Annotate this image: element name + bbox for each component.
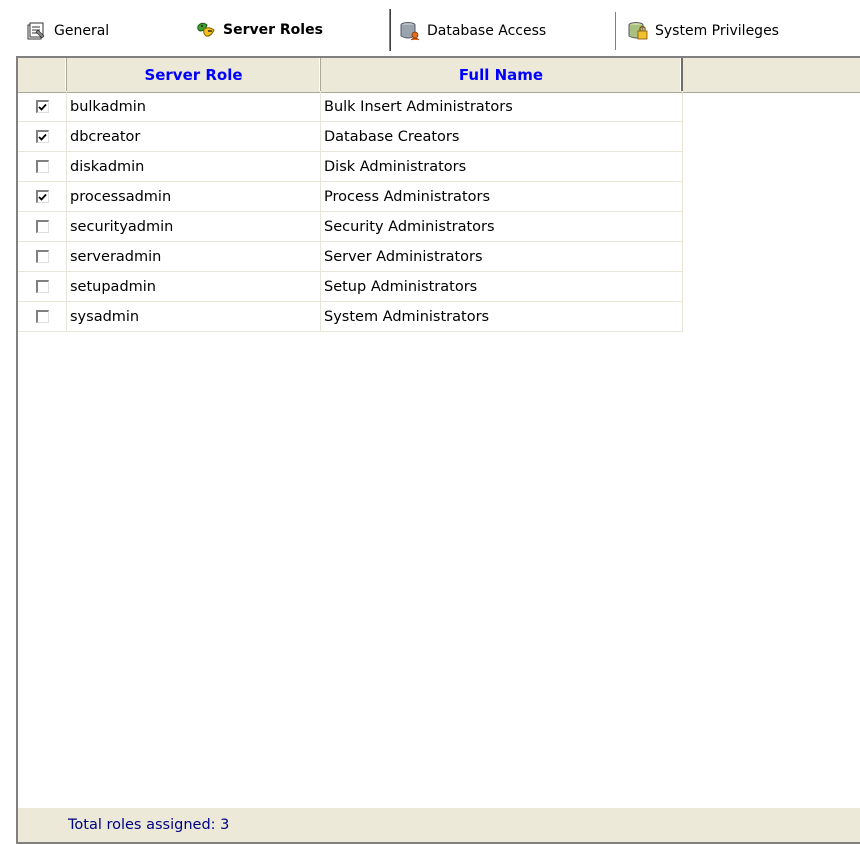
row-checkbox-cell	[18, 181, 67, 212]
row-checkbox-cell	[18, 151, 67, 182]
cell-server-role: sysadmin	[67, 301, 321, 332]
row-checkbox-cell	[18, 121, 67, 152]
tab-database-access[interactable]: Database Access	[392, 12, 616, 50]
cell-full-name: Setup Administrators	[321, 271, 683, 302]
role-checkbox[interactable]	[35, 130, 49, 143]
checkmark-icon	[38, 103, 47, 111]
tab-server-roles-label: Server Roles	[223, 22, 323, 38]
tab-server-roles[interactable]: Server Roles	[184, 9, 390, 51]
role-checkbox[interactable]	[35, 280, 49, 293]
database-access-icon	[399, 21, 420, 41]
tab-general[interactable]: General	[20, 14, 180, 48]
cell-full-name: Server Administrators	[321, 241, 683, 272]
tab-general-label: General	[54, 23, 110, 39]
server-roles-grid: bulkadmin Bulk Insert Administrators dbcre…	[18, 91, 683, 332]
cell-server-role: setupadmin	[67, 271, 321, 302]
tab-system-privileges-label: System Privileges	[655, 23, 779, 39]
cell-full-name: Security Administrators	[321, 211, 683, 242]
table-row[interactable]: setupadmin Setup Administrators	[18, 271, 683, 302]
table-row[interactable]: securityadmin Security Administrators	[18, 211, 683, 242]
properties-icon	[26, 21, 46, 41]
table-row[interactable]: dbcreator Database Creators	[18, 121, 683, 152]
header-filler	[683, 58, 860, 91]
table-row[interactable]: bulkadmin Bulk Insert Administrators	[18, 91, 683, 122]
cell-server-role: dbcreator	[67, 121, 321, 152]
cell-server-role: processadmin	[67, 181, 321, 212]
role-checkbox[interactable]	[35, 160, 49, 173]
cell-server-role: diskadmin	[67, 151, 321, 182]
table-row[interactable]: diskadmin Disk Administrators	[18, 151, 683, 182]
server-roles-panel: Server Role Full Name bulkadmin Bulk Inse…	[16, 56, 860, 844]
column-header-server-role[interactable]: Server Role	[67, 58, 321, 91]
total-roles-status: Total roles assigned: 3	[68, 817, 230, 833]
cell-full-name: Bulk Insert Administrators	[321, 91, 683, 122]
system-privileges-icon	[627, 21, 648, 41]
row-checkbox-cell	[18, 211, 67, 242]
cell-full-name: Disk Administrators	[321, 151, 683, 182]
row-checkbox-cell	[18, 91, 67, 122]
status-bar: Total roles assigned: 3	[18, 808, 860, 842]
checkmark-icon	[38, 193, 47, 201]
column-header-full-name[interactable]: Full Name	[321, 58, 683, 91]
checkmark-icon	[38, 133, 47, 141]
server-roles-icon	[195, 20, 215, 40]
row-checkbox-cell	[18, 271, 67, 302]
role-checkbox[interactable]	[35, 100, 49, 113]
cell-full-name: System Administrators	[321, 301, 683, 332]
tab-database-access-label: Database Access	[427, 23, 547, 39]
tab-strip: General Server Roles Database Access Sys…	[0, 0, 860, 51]
cell-full-name: Process Administrators	[321, 181, 683, 212]
role-checkbox[interactable]	[35, 190, 49, 203]
role-checkbox[interactable]	[35, 220, 49, 233]
role-checkbox[interactable]	[35, 250, 49, 263]
grid-header: Server Role Full Name	[18, 58, 860, 93]
cell-full-name: Database Creators	[321, 121, 683, 152]
cell-server-role: serveradmin	[67, 241, 321, 272]
role-checkbox[interactable]	[35, 310, 49, 323]
header-checkbox-column[interactable]	[18, 58, 67, 91]
row-checkbox-cell	[18, 301, 67, 332]
row-checkbox-cell	[18, 241, 67, 272]
cell-server-role: bulkadmin	[67, 91, 321, 122]
cell-server-role: securityadmin	[67, 211, 321, 242]
table-row[interactable]: serveradmin Server Administrators	[18, 241, 683, 272]
table-row[interactable]: processadmin Process Administrators	[18, 181, 683, 212]
table-row[interactable]: sysadmin System Administrators	[18, 301, 683, 332]
tab-system-privileges[interactable]: System Privileges	[620, 12, 860, 50]
